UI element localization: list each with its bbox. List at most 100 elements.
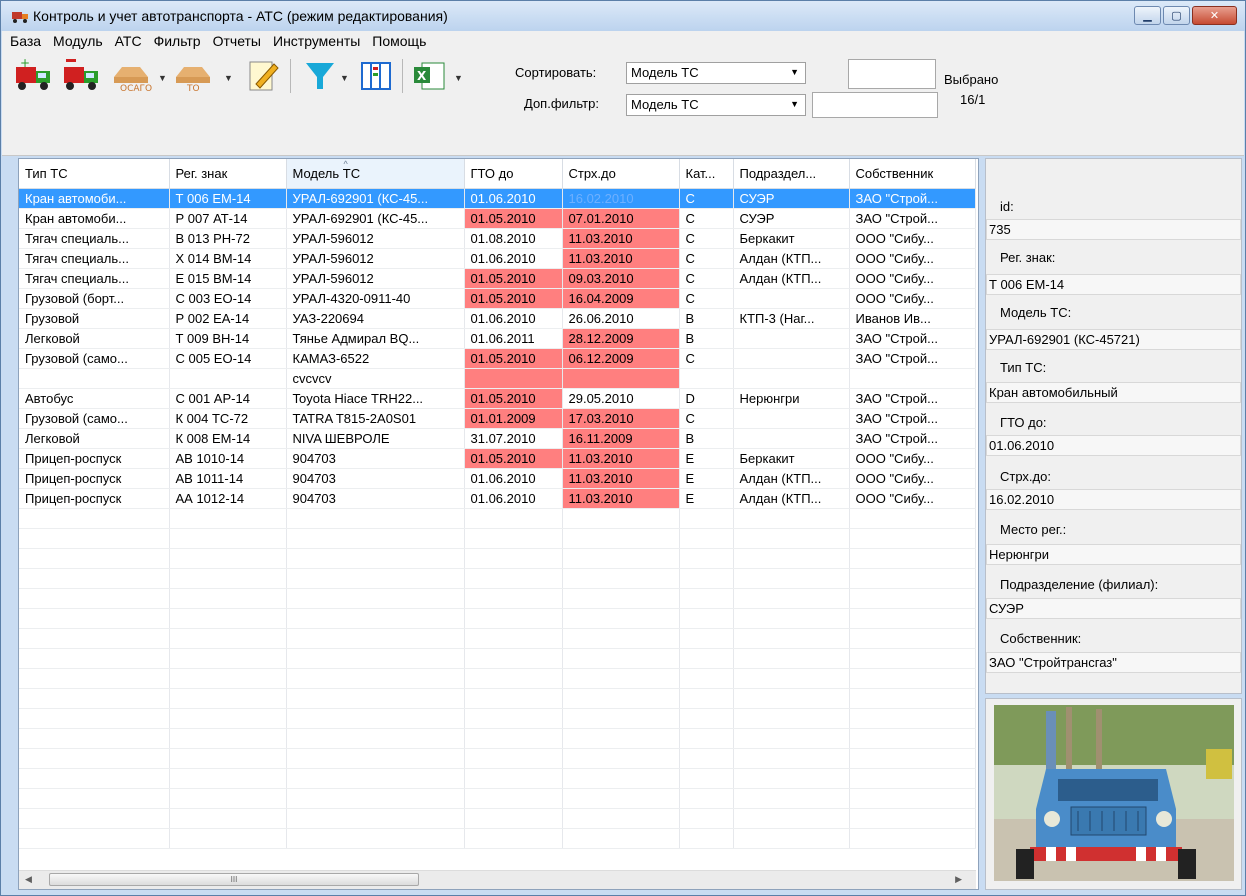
cell-strh[interactable]: 11.03.2010 <box>562 448 680 469</box>
cell-dept[interactable]: Беркакит <box>733 228 850 249</box>
cell-gto[interactable]: 01.06.2010 <box>464 308 563 329</box>
cell-strh[interactable]: 11.03.2010 <box>562 228 680 249</box>
cell-reg[interactable]: С 003 ЕО-14 <box>169 288 287 309</box>
cell-owner[interactable]: ЗАО "Строй... <box>849 428 976 449</box>
table-row[interactable]: Прицеп-роспуск АА 1012-14 904703 01.06.2010… <box>19 488 976 509</box>
cell-owner[interactable]: ЗАО "Строй... <box>849 388 976 409</box>
cell-cat[interactable]: С <box>679 268 734 289</box>
cell-model[interactable]: УРАЛ-692901 (КС-45... <box>286 208 465 229</box>
cell-owner[interactable]: ООО "Сибу... <box>849 448 976 469</box>
cell-model[interactable]: УРАЛ-596012 <box>286 248 465 269</box>
columns-icon[interactable] <box>358 59 394 93</box>
table-row[interactable]: Тягач специаль... В 013 РН-72 УРАЛ-596012 0… <box>19 228 976 249</box>
cell-model[interactable]: cvcvcv <box>286 368 465 389</box>
cell-cat[interactable]: D <box>679 388 734 409</box>
cell-strh[interactable]: 11.03.2010 <box>562 468 680 489</box>
cell-dept[interactable]: Беркакит <box>733 448 850 469</box>
menu-ats[interactable]: АТС <box>111 33 146 49</box>
cell-dept[interactable] <box>733 328 850 349</box>
cell-type[interactable]: Тягач специаль... <box>19 248 170 269</box>
cell-gto[interactable]: 01.06.2010 <box>464 188 563 209</box>
cell-gto[interactable]: 01.06.2010 <box>464 488 563 509</box>
cell-gto[interactable]: 01.06.2011 <box>464 328 563 349</box>
cell-cat[interactable] <box>679 368 734 389</box>
title-bar[interactable]: Контроль и учет автотранспорта - АТС (ре… <box>1 1 1245 31</box>
cell-cat[interactable]: С <box>679 208 734 229</box>
table-row[interactable]: Прицеп-роспуск АВ 1011-14 904703 01.06.2010… <box>19 468 976 489</box>
cell-cat[interactable]: В <box>679 328 734 349</box>
maximize-button[interactable]: ▢ <box>1163 6 1190 25</box>
menu-modul[interactable]: Модуль <box>49 33 107 49</box>
cell-type[interactable]: Кран автомоби... <box>19 188 170 209</box>
cell-model[interactable]: NIVA ШЕВРОЛЕ <box>286 428 465 449</box>
menu-instrumenty[interactable]: Инструменты <box>269 33 364 49</box>
gto-field[interactable]: 01.06.2010 <box>986 435 1241 456</box>
cell-type[interactable]: Легковой <box>19 428 170 449</box>
cell-owner[interactable]: ООО "Сибу... <box>849 248 976 269</box>
sort-select[interactable]: Модель ТС ▼ <box>626 62 806 84</box>
cell-reg[interactable]: Т 009 ВН-14 <box>169 328 287 349</box>
table-row[interactable]: Кран автомоби... Р 007 АТ-14 УРАЛ-692901 (… <box>19 208 976 229</box>
cell-reg[interactable]: С 005 ЕО-14 <box>169 348 287 369</box>
table-row[interactable]: cvcvcv <box>19 368 976 389</box>
cell-strh[interactable]: 09.03.2010 <box>562 268 680 289</box>
cell-dept[interactable]: СУЭР <box>733 188 850 209</box>
cell-owner[interactable]: Иванов Ив... <box>849 308 976 329</box>
cell-dept[interactable] <box>733 348 850 369</box>
filter-select[interactable]: Модель ТС ▼ <box>626 94 806 116</box>
cell-dept[interactable] <box>733 408 850 429</box>
cell-owner[interactable] <box>849 368 976 389</box>
cell-dept[interactable]: КТП-3 (Наг... <box>733 308 850 329</box>
cell-type[interactable]: Тягач специаль... <box>19 228 170 249</box>
cell-gto[interactable]: 01.08.2010 <box>464 228 563 249</box>
cell-gto[interactable]: 01.05.2010 <box>464 288 563 309</box>
table-row[interactable]: Легковой К 008 ЕМ-14 NIVA ШЕВРОЛЕ 31.07.201… <box>19 428 976 449</box>
cell-dept[interactable]: Алдан (КТП... <box>733 488 850 509</box>
cell-type[interactable]: Прицеп-роспуск <box>19 488 170 509</box>
cell-dept[interactable] <box>733 288 850 309</box>
cell-reg[interactable]: АА 1012-14 <box>169 488 287 509</box>
cell-gto[interactable]: 01.05.2010 <box>464 208 563 229</box>
cell-reg[interactable]: Р 002 ЕА-14 <box>169 308 287 329</box>
menu-filtr[interactable]: Фильтр <box>150 33 205 49</box>
table-row[interactable]: Кран автомоби... Т 006 ЕМ-14 УРАЛ-692901 (… <box>19 188 976 209</box>
cell-reg[interactable]: Е 015 ВМ-14 <box>169 268 287 289</box>
cell-owner[interactable]: ООО "Сибу... <box>849 468 976 489</box>
cell-reg[interactable]: Т 006 ЕМ-14 <box>169 188 287 209</box>
scroll-left-icon[interactable]: ◀ <box>25 874 32 885</box>
cell-reg[interactable] <box>169 368 287 389</box>
filter-dropdown-icon[interactable]: ▼ <box>340 73 349 83</box>
cell-strh[interactable]: 07.01.2010 <box>562 208 680 229</box>
cell-gto[interactable]: 01.05.2010 <box>464 388 563 409</box>
cell-strh[interactable]: 17.03.2010 <box>562 408 680 429</box>
search-input-top[interactable] <box>848 59 936 89</box>
cell-strh[interactable] <box>562 368 680 389</box>
cell-cat[interactable]: С <box>679 408 734 429</box>
table-row[interactable]: Тягач специаль... Х 014 ВМ-14 УРАЛ-596012 0… <box>19 248 976 269</box>
cell-gto[interactable]: 31.07.2010 <box>464 428 563 449</box>
edit-icon[interactable] <box>244 56 280 94</box>
cell-type[interactable]: Грузовой (само... <box>19 408 170 429</box>
scroll-thumb[interactable]: III <box>49 873 419 886</box>
cell-dept[interactable]: Алдан (КТП... <box>733 268 850 289</box>
cell-model[interactable]: 904703 <box>286 448 465 469</box>
cell-cat[interactable]: В <box>679 308 734 329</box>
cell-reg[interactable]: К 004 ТС-72 <box>169 408 287 429</box>
cell-cat[interactable]: С <box>679 288 734 309</box>
cell-type[interactable]: Прицеп-роспуск <box>19 448 170 469</box>
cell-owner[interactable]: ООО "Сибу... <box>849 288 976 309</box>
cell-gto[interactable]: 01.06.2010 <box>464 248 563 269</box>
table-row[interactable]: Легковой Т 009 ВН-14 Тянье Адмирал BQ... 01… <box>19 328 976 349</box>
minimize-button[interactable]: ▁ <box>1134 6 1161 25</box>
cell-model[interactable]: КАМАЗ-6522 <box>286 348 465 369</box>
cell-gto[interactable]: 01.05.2010 <box>464 448 563 469</box>
table-row[interactable]: Автобус С 001 АР-14 Toyota Hiace TRH22... 0… <box>19 388 976 409</box>
cell-owner[interactable]: ООО "Сибу... <box>849 228 976 249</box>
cell-cat[interactable]: В <box>679 428 734 449</box>
cell-strh[interactable]: 29.05.2010 <box>562 388 680 409</box>
cell-cat[interactable]: С <box>679 228 734 249</box>
column-header-gto[interactable]: ГТО до <box>464 159 563 189</box>
cell-owner[interactable]: ЗАО "Строй... <box>849 328 976 349</box>
table-row[interactable]: Прицеп-роспуск АВ 1010-14 904703 01.05.2010… <box>19 448 976 469</box>
to-car-icon[interactable]: ТО <box>172 57 216 93</box>
